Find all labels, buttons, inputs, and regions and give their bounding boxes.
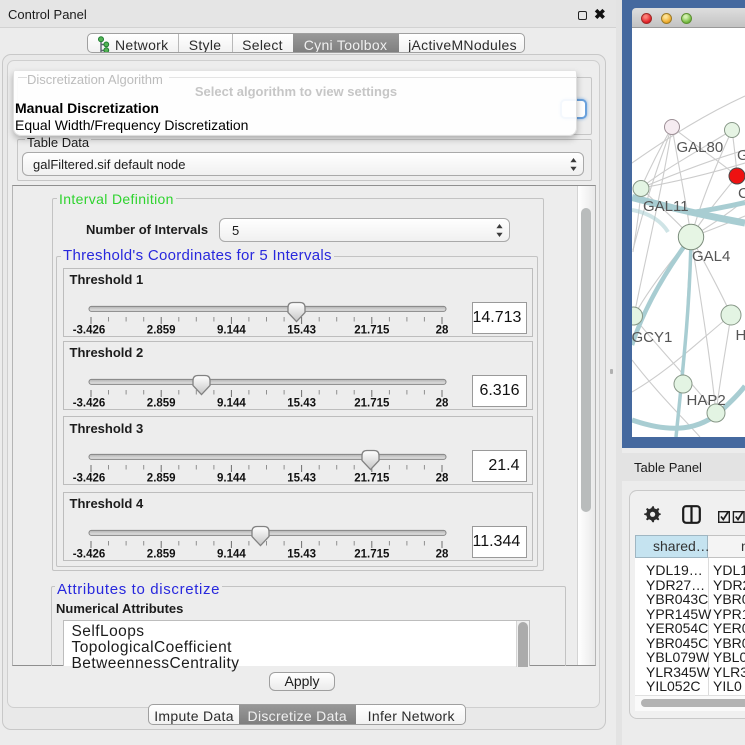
svg-text:21.715: 21.715: [354, 397, 390, 409]
svg-text:-3.426: -3.426: [73, 397, 106, 409]
svg-text:9.144: 9.144: [217, 324, 246, 336]
svg-text:HAP2: HAP2: [687, 392, 726, 409]
svg-text:GAL11: GAL11: [643, 198, 689, 215]
svg-text:GAL4: GAL4: [692, 248, 730, 265]
svg-text:2.859: 2.859: [147, 548, 176, 560]
svg-text:15.43: 15.43: [287, 397, 316, 409]
svg-text:-3.426: -3.426: [73, 548, 106, 560]
svg-text:2.859: 2.859: [147, 397, 176, 409]
svg-text:2.859: 2.859: [147, 324, 176, 336]
svg-text:15.43: 15.43: [287, 548, 316, 560]
svg-text:GA: GA: [737, 147, 745, 164]
svg-text:H: H: [736, 327, 745, 344]
svg-text:21.715: 21.715: [354, 324, 390, 336]
svg-text:-3.426: -3.426: [73, 473, 106, 485]
svg-text:GAL80: GAL80: [677, 139, 724, 156]
svg-text:28: 28: [436, 473, 449, 485]
svg-text:9.144: 9.144: [217, 548, 246, 560]
svg-text:28: 28: [436, 324, 449, 336]
svg-text:GCY1: GCY1: [632, 329, 672, 346]
svg-text:9.144: 9.144: [217, 473, 246, 485]
svg-text:2.859: 2.859: [147, 473, 176, 485]
svg-text:-3.426: -3.426: [73, 324, 106, 336]
svg-text:15.43: 15.43: [287, 473, 316, 485]
svg-text:C: C: [738, 185, 745, 202]
svg-text:21.715: 21.715: [354, 473, 390, 485]
svg-text:28: 28: [436, 397, 449, 409]
svg-text:21.715: 21.715: [354, 548, 390, 560]
svg-text:15.43: 15.43: [287, 324, 316, 336]
svg-text:28: 28: [436, 548, 449, 560]
svg-text:9.144: 9.144: [217, 397, 246, 409]
